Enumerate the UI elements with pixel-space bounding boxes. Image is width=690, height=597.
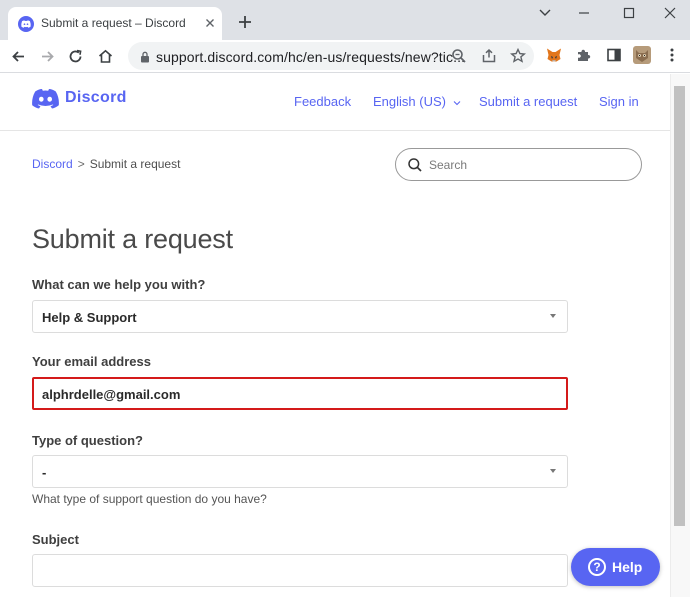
discord-favicon-icon [18,16,34,32]
browser-toolbar: support.discord.com/hc/en-us/requests/ne… [0,40,690,73]
close-tab-icon[interactable] [202,15,218,31]
lock-icon[interactable] [140,50,150,68]
question-mark-icon: ? [588,558,606,576]
question-type-select[interactable]: - [32,455,568,488]
profile-avatar-icon[interactable] [633,46,651,64]
submit-request-link[interactable]: Submit a request [479,94,577,109]
dropdown-caret-icon [550,314,556,318]
close-window-icon[interactable] [660,5,680,21]
email-label: Your email address [32,354,151,369]
search-placeholder: Search [429,158,468,172]
new-tab-icon[interactable] [236,13,254,31]
help-button-label: Help [612,559,643,575]
scrollbar-thumb[interactable] [674,86,685,526]
metamask-fox-icon[interactable] [545,46,563,64]
chevron-down-icon [453,101,460,106]
email-field[interactable]: alphrdelle@gmail.com [32,377,568,410]
breadcrumb-separator: > [77,157,85,171]
browser-tab[interactable]: Submit a request – Discord [8,7,222,40]
dropdown-caret-icon [550,469,556,473]
subject-input[interactable] [32,554,568,587]
sign-in-link[interactable]: Sign in [599,94,639,109]
feedback-link[interactable]: Feedback [294,94,351,109]
help-topic-value: Help & Support [42,310,137,325]
bookmark-star-icon[interactable] [509,47,527,65]
question-type-value: - [42,465,47,480]
page-title: Submit a request [32,224,233,254]
page-content: Discord Feedback English (US) Submit a r… [0,74,670,597]
question-type-label: Type of question? [32,433,143,448]
language-selector[interactable]: English (US) [373,94,461,109]
breadcrumb-current: Submit a request [89,157,181,171]
address-bar[interactable]: support.discord.com/hc/en-us/requests/ne… [128,42,534,70]
reload-icon[interactable] [67,48,84,65]
forward-arrow-icon[interactable] [39,48,56,65]
subject-label: Subject [32,532,79,547]
back-arrow-icon[interactable] [10,48,27,65]
zoom-icon[interactable] [450,47,468,65]
discord-logo-text[interactable]: Discord [65,89,127,107]
search-icon [407,157,423,178]
share-icon[interactable] [480,47,498,65]
language-label: English (US) [373,94,446,109]
side-panel-icon[interactable] [605,46,623,64]
tab-search-chevron-icon[interactable] [535,5,555,21]
home-icon[interactable] [97,48,114,65]
minimize-icon[interactable] [574,5,594,21]
help-button[interactable]: ? Help [571,548,660,586]
search-input[interactable]: Search [395,148,642,181]
browser-tab-bar: Submit a request – Discord [0,0,690,40]
help-topic-select[interactable]: Help & Support [32,300,568,333]
browser-tab-title: Submit a request – Discord [41,16,186,30]
url-text: support.discord.com/hc/en-us/requests/ne… [156,49,466,65]
breadcrumb-home-link[interactable]: Discord [32,157,73,171]
discord-logo-icon[interactable] [32,88,59,114]
breadcrumb: Discord > Submit a request [32,157,180,171]
extensions-puzzle-icon[interactable] [575,46,593,64]
maximize-icon[interactable] [619,5,639,21]
email-value: alphrdelle@gmail.com [42,387,181,402]
browser-menu-icon[interactable] [663,46,681,64]
question-type-hint: What type of support question do you hav… [32,492,267,506]
help-topic-label: What can we help you with? [32,277,206,292]
site-header: Discord Feedback English (US) Submit a r… [0,74,670,131]
